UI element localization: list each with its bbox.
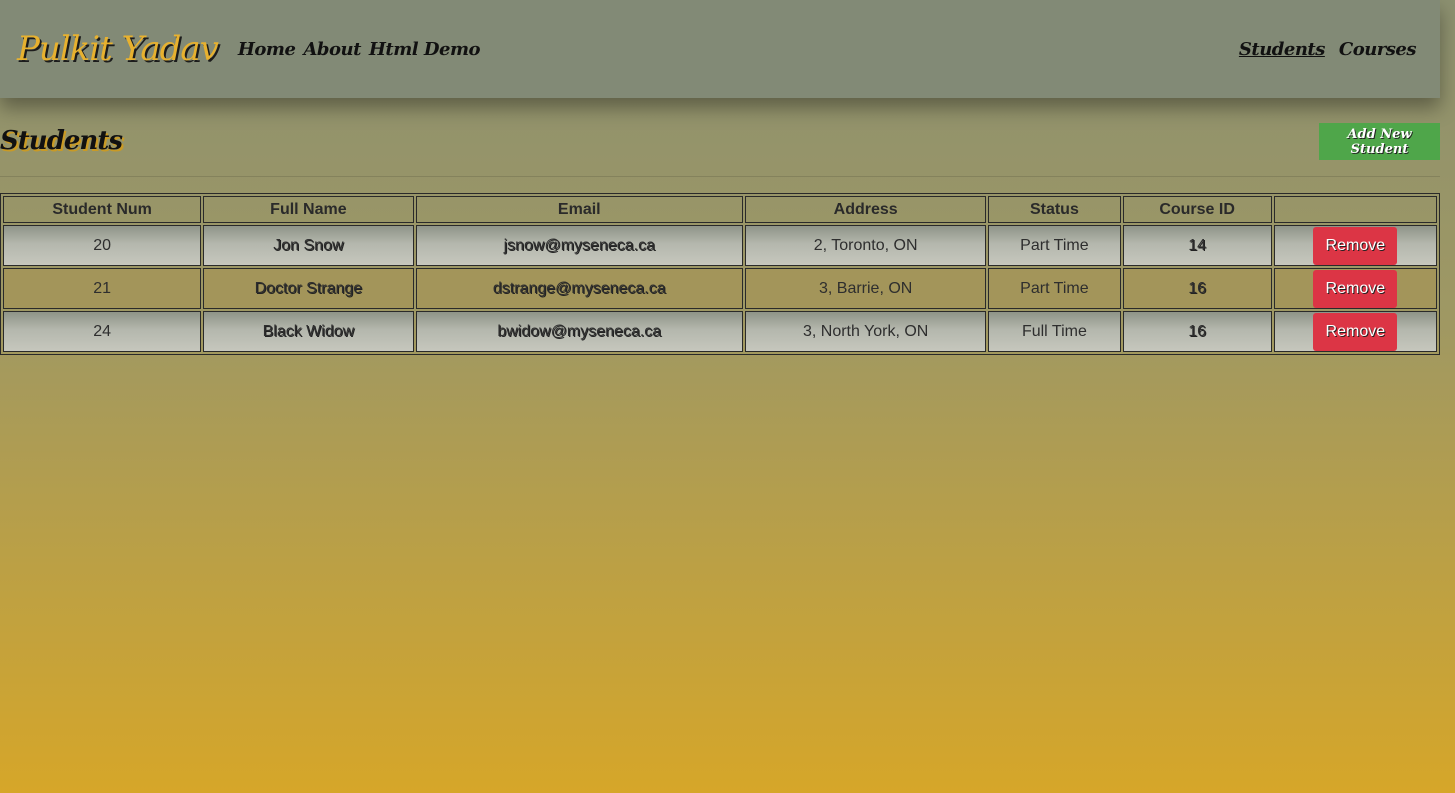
cell-actions: Remove [1273, 311, 1437, 352]
students-table: Student Num Full Name Email Address Stat… [0, 193, 1440, 355]
header-full-name: Full Name [203, 196, 414, 223]
cell-student-num: 21 [3, 268, 202, 309]
cell-course-id: 16 [1122, 311, 1272, 352]
cell-address: 3, North York, ON [745, 311, 987, 352]
nav-link-html-demo[interactable]: Html Demo [369, 39, 481, 60]
nav-left: Pulkit Yadav Home About Html Demo [17, 29, 488, 69]
cell-actions: Remove [1273, 268, 1437, 309]
header-student-num: Student Num [3, 196, 202, 223]
cell-status: Part Time [988, 225, 1121, 266]
table-row[interactable]: 20 Jon Snow jsnow@myseneca.ca 2, Toronto… [3, 225, 1437, 266]
table-row[interactable]: 24 Black Widow bwidow@myseneca.ca 3, Nor… [3, 311, 1437, 352]
cell-email: bwidow@myseneca.ca [415, 311, 743, 352]
remove-button[interactable]: Remove [1313, 269, 1398, 308]
cell-address: 2, Toronto, ON [745, 225, 987, 266]
brand-logo[interactable]: Pulkit Yadav [17, 29, 219, 69]
cell-full-name: Doctor Strange [203, 268, 414, 309]
cell-course-id: 16 [1122, 268, 1272, 309]
cell-full-name: Jon Snow [203, 225, 414, 266]
nav-link-students[interactable]: Students [1239, 39, 1325, 60]
navbar: Pulkit Yadav Home About Html Demo Studen… [0, 0, 1440, 98]
header-status: Status [988, 196, 1121, 223]
page-title: Students [0, 126, 123, 156]
nav-link-courses[interactable]: Courses [1339, 39, 1417, 60]
header-address: Address [745, 196, 987, 223]
cell-email: dstrange@myseneca.ca [415, 268, 743, 309]
cell-address: 3, Barrie, ON [745, 268, 987, 309]
cell-student-num: 24 [3, 311, 202, 352]
cell-course-id: 14 [1122, 225, 1272, 266]
cell-student-num: 20 [3, 225, 202, 266]
nav-right: Students Courses [1225, 39, 1417, 60]
table-row[interactable]: 21 Doctor Strange dstrange@myseneca.ca 3… [3, 268, 1437, 309]
header-actions [1273, 196, 1437, 223]
cell-status: Part Time [988, 268, 1121, 309]
nav-link-about[interactable]: About [303, 39, 361, 60]
add-new-student-button[interactable]: Add New Student [1319, 123, 1440, 160]
remove-button[interactable]: Remove [1313, 226, 1398, 265]
remove-button[interactable]: Remove [1313, 312, 1398, 351]
cell-actions: Remove [1273, 225, 1437, 266]
page-header: Students Add New Student [0, 120, 1440, 177]
nav-link-home[interactable]: Home [238, 39, 296, 60]
cell-status: Full Time [988, 311, 1121, 352]
cell-email: jsnow@myseneca.ca [415, 225, 743, 266]
header-course-id: Course ID [1122, 196, 1272, 223]
header-email: Email [415, 196, 743, 223]
table-header-row: Student Num Full Name Email Address Stat… [3, 196, 1437, 223]
cell-full-name: Black Widow [203, 311, 414, 352]
